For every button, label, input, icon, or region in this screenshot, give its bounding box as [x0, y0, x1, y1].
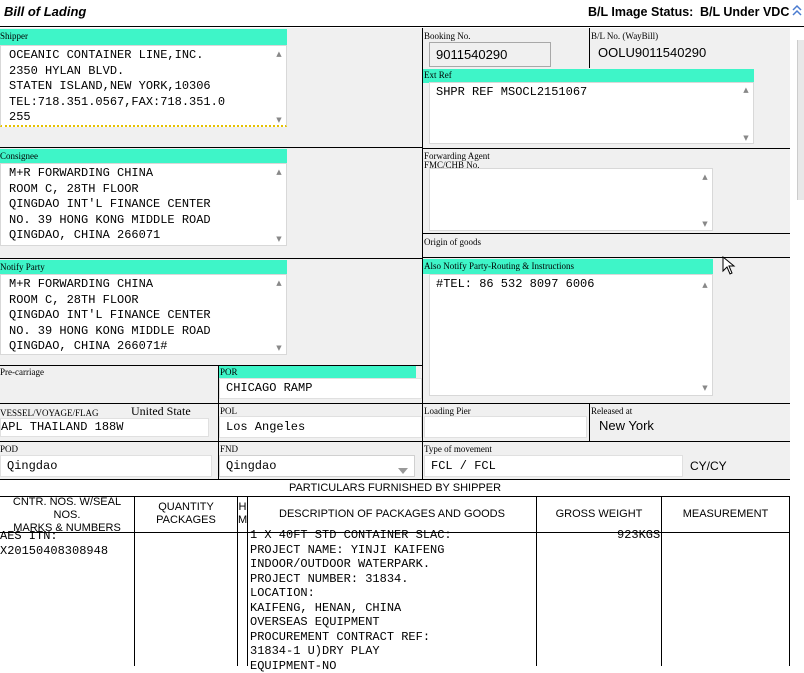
- chevron-down-icon[interactable]: [397, 462, 409, 474]
- also-notify-label: Also Notify Party-Routing & Instructions: [424, 261, 574, 271]
- shipper-scroll-up-icon[interactable]: ▲: [274, 50, 284, 58]
- fnd-label: FND: [220, 444, 239, 454]
- bl-no-value: OOLU9011540290: [598, 45, 707, 60]
- col-header-measurement: MEASUREMENT: [682, 508, 769, 520]
- shipper-label: Shipper: [0, 31, 28, 41]
- col-header-hm: H M: [238, 501, 248, 526]
- ext-ref-scroll-up-icon[interactable]: ▲: [741, 86, 751, 94]
- consignee-textarea[interactable]: M+R FORWARDING CHINA ROOM C, 28TH FLOOR …: [0, 163, 287, 246]
- page-title: Bill of Lading: [4, 4, 87, 19]
- booking-input[interactable]: 9011540290: [429, 42, 551, 67]
- pre-carriage-label: Pre-carriage: [0, 367, 44, 377]
- forwarding-agent-textarea[interactable]: [429, 168, 713, 231]
- notify-party-textarea[interactable]: M+R FORWARDING CHINA ROOM C, 28TH FLOOR …: [0, 274, 287, 355]
- marks-cell: AES ITN: X20150408308948: [0, 529, 109, 558]
- booking-label: Booking No.: [424, 31, 471, 41]
- notify-scroll-up-icon[interactable]: ▲: [274, 279, 284, 287]
- col-header-description: DESCRIPTION OF PACKAGES AND GOODS: [279, 508, 505, 520]
- gross-weight-cell: 923KGS: [617, 528, 661, 542]
- released-at-value: New York: [599, 418, 654, 433]
- col-header-qty: QUANTITY PACKAGES: [156, 501, 216, 526]
- pol-input[interactable]: Los Angeles: [219, 416, 422, 438]
- por-input[interactable]: CHICAGO RAMP: [219, 378, 422, 399]
- vessel-label: VESSEL/VOYAGE/FLAG: [0, 408, 99, 418]
- page-scrollbar[interactable]: [797, 40, 804, 200]
- forwarding-scroll-down-icon[interactable]: ▼: [700, 220, 710, 228]
- consignee-scroll-down-icon[interactable]: ▼: [274, 235, 284, 243]
- origin-label: Origin of goods: [424, 237, 481, 247]
- col-header-gross-weight: GROSS WEIGHT: [555, 508, 643, 520]
- loading-pier-input[interactable]: [424, 416, 587, 438]
- movement-input[interactable]: FCL / FCL: [424, 455, 683, 477]
- header-bar: Bill of Lading B/L Image Status: B/L Und…: [0, 0, 804, 27]
- loading-pier-label: Loading Pier: [424, 406, 471, 416]
- fnd-select[interactable]: Qingdao: [219, 455, 415, 477]
- description-cell: 1 X 40FT STD CONTAINER SLAC: PROJECT NAM…: [250, 528, 452, 673]
- pol-label: POL: [220, 406, 238, 416]
- bl-no-label: B/L No. (WayBill): [591, 31, 659, 41]
- movement-label: Type of movement: [424, 444, 492, 454]
- mouse-cursor-icon: [722, 255, 736, 276]
- consignee-scroll-up-icon[interactable]: ▲: [274, 168, 284, 176]
- por-label: POR: [220, 367, 238, 377]
- consignee-label: Consignee: [0, 151, 38, 161]
- ext-ref-scroll-down-icon[interactable]: ▼: [741, 134, 751, 142]
- movement-suffix: CY/CY: [690, 459, 727, 473]
- pod-input[interactable]: Qingdao: [0, 455, 212, 477]
- pod-label: POD: [0, 444, 19, 454]
- double-chevron-up-icon[interactable]: [792, 3, 802, 19]
- also-notify-scroll-down-icon[interactable]: ▼: [700, 384, 710, 392]
- ext-ref-label: Ext Ref: [424, 70, 452, 80]
- shipper-textarea[interactable]: OCEANIC CONTAINER LINE,INC. 2350 HYLAN B…: [0, 45, 287, 127]
- notify-scroll-down-icon[interactable]: ▼: [274, 344, 284, 352]
- released-at-label: Released at: [591, 406, 633, 416]
- vessel-input[interactable]: APL THAILAND 188W: [0, 418, 209, 437]
- status-value: B/L Under VDC: [700, 5, 790, 19]
- ext-ref-textarea[interactable]: SHPR REF MSOCL2151067: [429, 82, 754, 144]
- notify-party-label: Notify Party: [0, 262, 45, 272]
- forwarding-scroll-up-icon[interactable]: ▲: [700, 173, 710, 181]
- vessel-flag-value: United State: [131, 404, 191, 418]
- also-notify-scroll-up-icon[interactable]: ▲: [700, 281, 710, 289]
- particulars-title: PARTICULARS FURNISHED BY SHIPPER: [288, 482, 502, 494]
- shipper-scroll-down-icon[interactable]: ▼: [274, 116, 284, 124]
- also-notify-textarea[interactable]: #TEL: 86 532 8097 6006: [429, 274, 713, 396]
- status-label: B/L Image Status:: [588, 5, 694, 19]
